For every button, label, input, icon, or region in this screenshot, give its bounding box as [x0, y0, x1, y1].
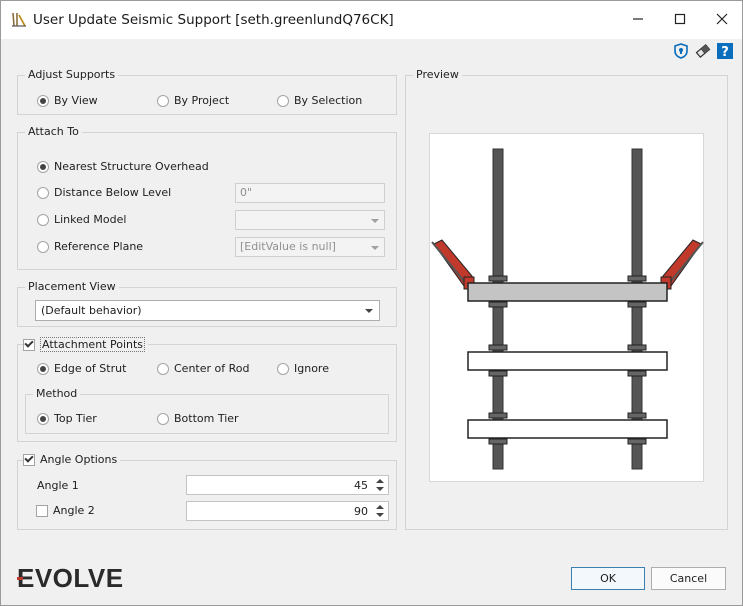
arrow-down-icon	[376, 487, 384, 491]
close-icon	[716, 13, 728, 25]
top-strut	[467, 282, 668, 302]
ok-button[interactable]: OK	[571, 567, 645, 590]
radio-by-project[interactable]: By Project	[157, 94, 229, 107]
chevron-down-icon	[371, 219, 379, 223]
radio-top-tier[interactable]: Top Tier	[37, 412, 97, 425]
radio-label: By Selection	[294, 94, 363, 107]
spinner-arrows[interactable]	[376, 504, 385, 518]
radio-nearest-structure[interactable]: Nearest Structure Overhead	[37, 160, 209, 173]
minimize-button[interactable]	[623, 5, 653, 33]
checkbox-box	[23, 338, 35, 351]
left-brace	[431, 239, 475, 290]
shield-icon[interactable]	[672, 42, 690, 60]
spinner-arrows[interactable]	[376, 478, 385, 492]
radio-label: Distance Below Level	[54, 186, 172, 199]
radio-dot	[277, 94, 289, 107]
angle2-value: 90	[354, 505, 368, 518]
placement-view-value: (Default behavior)	[41, 304, 142, 317]
radio-center-of-rod[interactable]: Center of Rod	[157, 362, 249, 375]
radio-dot	[37, 412, 49, 425]
preview-drawing	[431, 148, 704, 470]
bottom-strut	[467, 419, 668, 439]
eraser-icon[interactable]	[694, 42, 712, 60]
checkbox-label: Angle Options	[40, 453, 118, 466]
preview-legend: Preview	[413, 68, 462, 81]
radio-by-selection[interactable]: By Selection	[277, 94, 362, 107]
radio-dot	[37, 213, 49, 226]
radio-label: Reference Plane	[54, 240, 144, 253]
checkbox-label: Angle 2	[53, 504, 95, 517]
angle2-spinner[interactable]: 90	[186, 501, 389, 521]
chevron-down-icon	[365, 309, 373, 313]
angle-options-checkbox[interactable]: Angle Options	[23, 453, 121, 466]
placement-view-legend: Placement View	[25, 280, 119, 293]
radio-dot	[37, 160, 49, 173]
middle-strut	[467, 351, 668, 371]
angle1-value: 45	[354, 479, 368, 492]
distance-below-level-input[interactable]: 0"	[235, 183, 385, 203]
radio-label: Bottom Tier	[174, 412, 239, 425]
radio-edge-of-strut[interactable]: Edge of Strut	[37, 362, 126, 375]
radio-dot	[157, 362, 169, 375]
title-bar: User Update Seismic Support [seth.greenl…	[1, 1, 742, 39]
radio-dot	[157, 94, 169, 107]
evolve-logo: EVOLVE	[17, 566, 124, 590]
radio-label: Linked Model	[54, 213, 127, 226]
preview-canvas	[429, 133, 704, 482]
angle2-checkbox[interactable]: Angle 2	[36, 504, 95, 517]
arrow-down-icon	[376, 513, 384, 517]
help-icon[interactable]: ?	[716, 42, 734, 60]
method-legend: Method	[33, 387, 81, 400]
logo-accent	[17, 577, 23, 580]
cancel-button[interactable]: Cancel	[651, 567, 726, 590]
chevron-down-icon	[371, 246, 379, 250]
radio-by-view[interactable]: By View	[37, 94, 98, 107]
radio-linked-model[interactable]: Linked Model	[37, 213, 126, 226]
checkbox-box	[23, 453, 35, 466]
window-title: User Update Seismic Support [seth.greenl…	[33, 12, 394, 28]
reference-plane-combo[interactable]: [EditValue is null]	[235, 237, 385, 257]
radio-dot	[37, 240, 49, 253]
placement-view-select[interactable]: (Default behavior)	[35, 300, 380, 321]
reference-plane-value: [EditValue is null]	[240, 240, 336, 253]
radio-bottom-tier[interactable]: Bottom Tier	[157, 412, 239, 425]
attachment-points-checkbox[interactable]: Attachment Points	[23, 337, 149, 352]
radio-dot	[157, 412, 169, 425]
close-button[interactable]	[707, 5, 737, 33]
linked-model-combo[interactable]	[235, 210, 385, 230]
right-brace	[660, 239, 704, 290]
minimize-icon	[633, 18, 643, 20]
radio-dot	[37, 94, 49, 107]
radio-label: By View	[54, 94, 98, 107]
app-icon	[12, 12, 26, 27]
radio-label: Center of Rod	[174, 362, 250, 375]
checkbox-box	[36, 504, 48, 517]
radio-dot	[37, 362, 49, 375]
maximize-icon	[674, 13, 686, 25]
checkbox-label: Attachment Points	[40, 337, 146, 352]
maximize-button[interactable]	[665, 5, 695, 33]
radio-distance-below-level[interactable]: Distance Below Level	[37, 186, 171, 199]
radio-dot	[37, 186, 49, 199]
dialog-window: User Update Seismic Support [seth.greenl…	[0, 0, 743, 606]
radio-dot	[277, 362, 289, 375]
radio-ignore[interactable]: Ignore	[277, 362, 329, 375]
radio-label: Edge of Strut	[54, 362, 127, 375]
logo-text: EVOLVE	[17, 566, 124, 590]
angle1-spinner[interactable]: 45	[186, 475, 389, 495]
radio-label: Ignore	[294, 362, 329, 375]
arrow-up-icon	[376, 479, 384, 483]
adjust-supports-legend: Adjust Supports	[25, 68, 119, 81]
radio-reference-plane[interactable]: Reference Plane	[37, 240, 143, 253]
arrow-up-icon	[376, 505, 384, 509]
attach-to-legend: Attach To	[25, 125, 82, 138]
radio-label: Nearest Structure Overhead	[54, 160, 209, 173]
toolbar-icons: ?	[672, 42, 734, 60]
angle1-label: Angle 1	[37, 479, 79, 492]
svg-text:?: ?	[721, 45, 729, 59]
radio-label: By Project	[174, 94, 230, 107]
radio-label: Top Tier	[54, 412, 97, 425]
